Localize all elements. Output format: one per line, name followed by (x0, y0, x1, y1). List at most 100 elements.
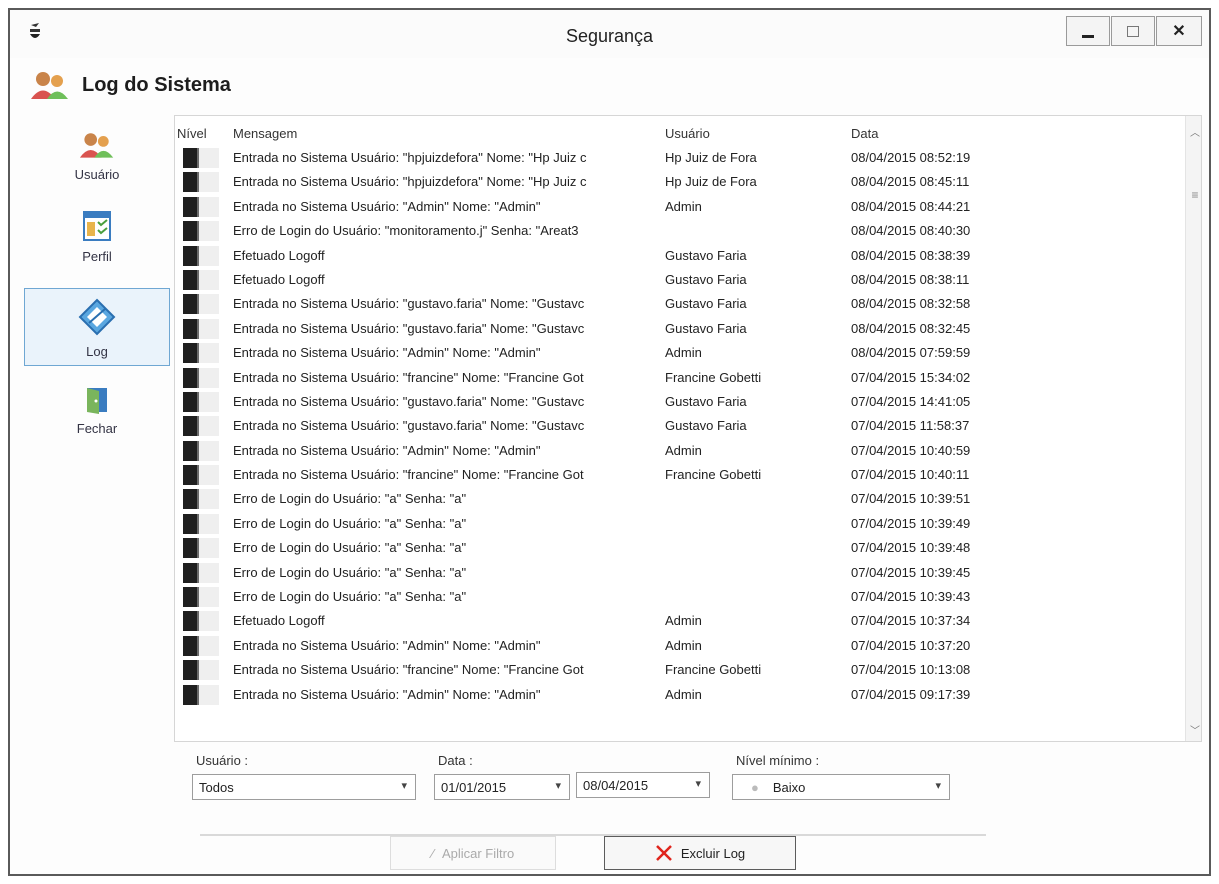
table-row[interactable]: Entrada no Sistema Usuário: "hpjuizdefor… (175, 170, 1185, 194)
table-row[interactable]: Erro de Login do Usuário: "a" Senha: "a"… (175, 561, 1185, 585)
level-indicator-icon (183, 635, 219, 656)
close-icon: ✕ (1172, 23, 1186, 40)
row-date: 07/04/2015 10:13:08 (851, 662, 971, 678)
row-date: 08/04/2015 08:38:39 (851, 247, 971, 263)
row-date: 07/04/2015 11:58:37 (851, 418, 970, 434)
row-user: Gustavo Faria (665, 418, 747, 434)
level-indicator-icon (183, 294, 219, 315)
usuario-filter-select[interactable]: Todos ▾ (192, 774, 416, 800)
level-indicator-icon (183, 416, 219, 437)
scroll-up-icon[interactable]: ︿ (1190, 124, 1200, 139)
row-message: Entrada no Sistema Usuário: "Admin" Nome… (233, 198, 541, 214)
row-user: Admin (665, 637, 702, 653)
row-date: 07/04/2015 10:39:49 (851, 515, 971, 531)
level-indicator-icon (183, 221, 219, 242)
level-indicator-icon (183, 343, 219, 364)
level-indicator-icon (183, 391, 219, 412)
scroll-thumb[interactable]: ≡ (1189, 164, 1201, 226)
title-bar: Segurança ✕ (10, 10, 1209, 58)
row-date: 07/04/2015 10:40:59 (851, 442, 971, 458)
table-row[interactable]: Entrada no Sistema Usuário: "Admin" Nome… (175, 439, 1185, 463)
row-message: Entrada no Sistema Usuário: "francine" N… (233, 467, 584, 483)
table-row[interactable]: Erro de Login do Usuário: "a" Senha: "a"… (175, 536, 1185, 560)
page-title: Log do Sistema (82, 74, 231, 96)
nivel-filter-select[interactable]: ● Baixo ▾ (732, 774, 950, 800)
row-date: 07/04/2015 10:40:11 (851, 467, 970, 483)
minimize-button[interactable] (1066, 16, 1110, 46)
table-row[interactable]: Efetuado Logoff Gustavo Faria 08/04/2015 0… (175, 244, 1185, 268)
table-row[interactable]: Erro de Login do Usuário: "a" Senha: "a"… (175, 487, 1185, 511)
column-data[interactable]: Data (851, 126, 878, 141)
level-indicator-icon (183, 148, 219, 168)
table-row[interactable]: Entrada no Sistema Usuário: "Admin" Nome… (175, 341, 1185, 365)
table-row[interactable]: Entrada no Sistema Usuário: "gustavo.far… (175, 414, 1185, 438)
scroll-down-icon[interactable]: ﹀ (1190, 722, 1200, 737)
table-row[interactable]: Erro de Login do Usuário: "a" Senha: "a"… (175, 585, 1185, 609)
sidebar-item-log[interactable]: Log (24, 288, 170, 366)
log-icon (78, 298, 116, 336)
row-date: 08/04/2015 08:52:19 (851, 150, 971, 165)
table-row[interactable]: Entrada no Sistema Usuário: "gustavo.far… (175, 292, 1185, 316)
row-message: Erro de Login do Usuário: "a" Senha: "a" (233, 540, 467, 556)
column-usuario[interactable]: Usuário (665, 126, 710, 141)
table-row[interactable]: Entrada no Sistema Usuário: "francine" N… (175, 366, 1185, 390)
table-row[interactable]: Entrada no Sistema Usuário: "Admin" Nome… (175, 634, 1185, 658)
delete-log-label: Excluir Log (680, 845, 746, 861)
row-date: 07/04/2015 14:41:05 (851, 393, 971, 409)
level-indicator-icon (183, 245, 219, 266)
table-row[interactable]: Entrada no Sistema Usuário: "Admin" Nome… (175, 195, 1185, 219)
row-message: Entrada no Sistema Usuário: "gustavo.far… (233, 320, 585, 336)
table-row[interactable]: Efetuado Logoff Gustavo Faria 08/04/2015 0… (175, 268, 1185, 292)
vertical-scrollbar[interactable]: ︿ ≡ ﹀ (1185, 116, 1201, 741)
table-row[interactable]: Efetuado Logoff Admin 07/04/2015 10:37:34 (175, 609, 1185, 633)
nivel-filter-label: Nível mínimo : (736, 753, 820, 768)
sidebar-item-fechar[interactable]: Fechar (24, 386, 170, 446)
sidebar-item-usuario[interactable]: Usuário (24, 130, 170, 202)
level-indicator-icon (183, 611, 219, 632)
row-user: Admin (665, 442, 702, 458)
table-row[interactable]: Entrada no Sistema Usuário: "gustavo.far… (175, 317, 1185, 341)
table-row[interactable]: Entrada no Sistema Usuário: "Admin" Nome… (175, 683, 1185, 707)
profile-icon (83, 211, 111, 241)
row-message: Efetuado Logoff (233, 271, 325, 287)
column-nivel[interactable]: Nível (177, 126, 207, 141)
row-date: 08/04/2015 08:32:45 (851, 320, 971, 336)
row-date: 07/04/2015 10:37:34 (851, 613, 971, 629)
delete-log-button[interactable]: Excluir Log (604, 836, 796, 870)
level-indicator-icon (183, 269, 219, 290)
security-window: Segurança ✕ Log do Sistema Usuário Perfi… (8, 8, 1211, 876)
table-row[interactable]: Entrada no Sistema Usuário: "hpjuizdefor… (175, 146, 1185, 170)
row-user: Francine Gobetti (665, 662, 762, 678)
sidebar-item-perfil[interactable]: Perfil (24, 210, 170, 282)
log-grid[interactable]: Nível Mensagem Usuário Data Entrada no S… (174, 115, 1202, 742)
level-indicator-icon (183, 465, 219, 486)
filter-wand-icon: ⁄ (431, 845, 434, 861)
sidebar-item-label: Usuário (74, 167, 120, 182)
row-message: Entrada no Sistema Usuário: "hpjuizdefor… (233, 174, 587, 190)
level-indicator-icon (183, 367, 219, 388)
date-to-picker[interactable]: 08/04/2015 ▾ (576, 772, 710, 798)
sidebar-item-label: Log (86, 344, 108, 359)
minimize-icon (1082, 34, 1094, 38)
level-indicator-icon (183, 538, 219, 559)
row-date: 07/04/2015 15:34:02 (851, 369, 971, 385)
row-message: Erro de Login do Usuário: "a" Senha: "a" (233, 564, 467, 580)
chevron-down-icon: ▾ (695, 778, 701, 790)
column-mensagem[interactable]: Mensagem (233, 126, 297, 141)
table-row[interactable]: Erro de Login do Usuário: "a" Senha: "a"… (175, 512, 1185, 536)
table-row[interactable]: Entrada no Sistema Usuário: "francine" N… (175, 658, 1185, 682)
table-row[interactable]: Entrada no Sistema Usuário: "gustavo.far… (175, 390, 1185, 414)
level-indicator-icon (183, 318, 219, 339)
row-message: Entrada no Sistema Usuário: "Admin" Nome… (233, 686, 541, 702)
maximize-icon (1127, 25, 1139, 37)
close-button[interactable]: ✕ (1156, 16, 1202, 46)
table-row[interactable]: Erro de Login do Usuário: "monitoramento… (175, 219, 1185, 243)
table-row[interactable]: Entrada no Sistema Usuário: "francine" N… (175, 463, 1185, 487)
date-from-picker[interactable]: 01/01/2015 ▾ (434, 774, 570, 800)
row-user: Admin (665, 345, 702, 361)
level-indicator-icon (183, 660, 219, 681)
apply-filter-button[interactable]: ⁄ Aplicar Filtro (390, 836, 556, 870)
data-filter-label: Data : (438, 753, 473, 768)
row-message: Entrada no Sistema Usuário: "hpjuizdefor… (233, 150, 587, 165)
maximize-button[interactable] (1111, 16, 1155, 46)
